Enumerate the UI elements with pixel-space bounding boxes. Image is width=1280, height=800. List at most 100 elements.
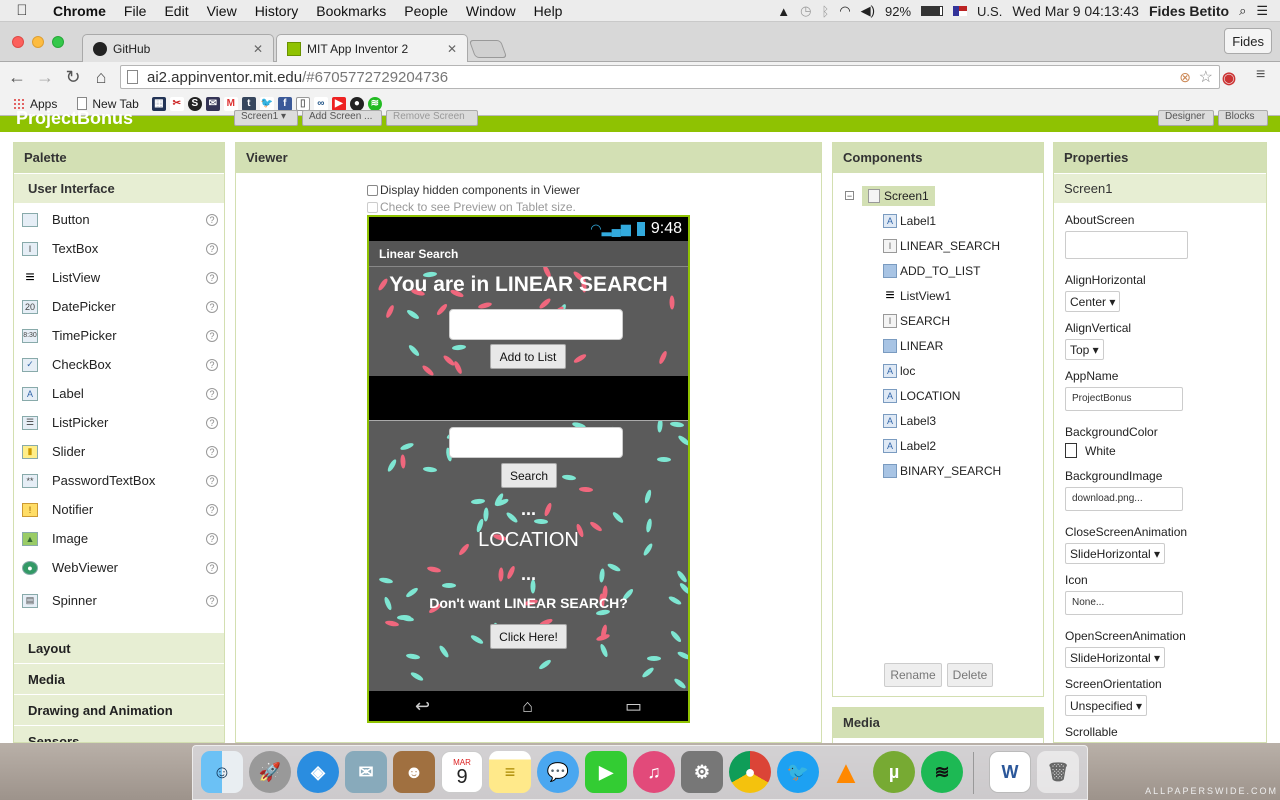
align-vertical-dropdown[interactable]: Top ▾ (1065, 339, 1104, 360)
clock[interactable]: Wed Mar 9 04:13:43 (1012, 3, 1139, 19)
reload-icon[interactable]: ↻ (59, 67, 87, 88)
tab-app-inventor[interactable]: MIT App Inventor 2 ✕ (276, 34, 468, 63)
chrome-icon[interactable]: ● (729, 751, 771, 793)
system-preferences-icon[interactable]: ⚙ (681, 751, 723, 793)
github-bookmark-icon[interactable]: ● (349, 96, 364, 111)
palette-item-webviewer[interactable]: ● WebViewer? (14, 553, 224, 582)
tree-item[interactable]: BINARY_SEARCH (883, 458, 1001, 483)
tree-item[interactable]: I LINEAR_SEARCH (883, 233, 1001, 258)
tree-item[interactable]: ≡ ListView1 (883, 283, 1001, 308)
tree-root-screen1[interactable]: − Screen1 (845, 183, 1001, 208)
time-machine-icon[interactable]: ◷ (800, 3, 811, 19)
help-icon[interactable]: ? (206, 503, 218, 516)
input-source[interactable]: U.S. (977, 4, 1002, 19)
add-item-input[interactable] (449, 309, 623, 340)
tab-github[interactable]: GitHub ✕ (82, 34, 274, 62)
tree-item[interactable]: I SEARCH (883, 308, 1001, 333)
close-window-icon[interactable] (12, 36, 24, 48)
gmail-icon[interactable]: M (223, 96, 238, 111)
vlc-icon[interactable]: ▲ (825, 751, 867, 793)
tree-item[interactable]: A Label3 (883, 408, 1001, 433)
align-horizontal-dropdown[interactable]: Center ▾ (1065, 291, 1121, 312)
blocks-button[interactable]: Blocks (1218, 110, 1268, 126)
bookmark-site-icon[interactable]: ▦ (151, 96, 166, 111)
palette-item-notifier[interactable]: ! Notifier? (14, 495, 224, 524)
help-icon[interactable]: ? (206, 213, 218, 226)
menu-edit[interactable]: Edit (155, 3, 197, 19)
spotify-icon[interactable]: ≋ (921, 751, 963, 793)
help-icon[interactable]: ? (206, 271, 218, 284)
youtube-icon[interactable]: ▶ (331, 96, 346, 111)
close-tab-icon[interactable]: ✕ (253, 42, 263, 56)
background-image-picker[interactable]: download.png... (1065, 487, 1183, 511)
spotlight-icon[interactable]: ⌕ (1239, 3, 1246, 19)
palette-item-listview[interactable]: ≡ ListView? (14, 263, 224, 292)
tree-item[interactable]: Aloc (883, 358, 1001, 383)
tree-item[interactable]: ADD_TO_LIST (883, 258, 1001, 283)
mail-bookmark-icon[interactable]: ✉ (205, 96, 220, 111)
help-icon[interactable]: ? (206, 242, 218, 255)
add-screen-button[interactable]: Add Screen ... (302, 110, 382, 126)
forward-icon[interactable]: → (31, 67, 59, 88)
palette-item-checkbox[interactable]: ✓ CheckBox? (14, 350, 224, 379)
flag-icon[interactable] (953, 6, 968, 16)
notes-icon[interactable]: ≡ (489, 751, 531, 793)
designer-button[interactable]: Designer (1158, 110, 1214, 126)
twitter-icon[interactable]: 🐦 (777, 751, 819, 793)
help-icon[interactable]: ? (206, 445, 218, 458)
help-icon[interactable]: ? (206, 358, 218, 371)
tree-item[interactable]: A LOCATION (883, 383, 1001, 408)
palette-item-button[interactable]: Button? (14, 205, 224, 234)
click-here-button[interactable]: Click Here! (490, 624, 567, 649)
palette-item-listpicker[interactable]: ☰ ListPicker? (14, 408, 224, 437)
menu-people[interactable]: People (395, 3, 457, 19)
profile-button[interactable]: Fides (1224, 28, 1272, 54)
new-tab-button[interactable] (468, 40, 508, 58)
zoom-window-icon[interactable] (52, 36, 64, 48)
open-animation-dropdown[interactable]: SlideHorizontal ▾ (1065, 647, 1166, 668)
blocked-cookie-icon[interactable]: ⊗ (1179, 69, 1191, 86)
menu-history[interactable]: History (246, 3, 308, 19)
notification-center-icon[interactable]: ☰ (1256, 3, 1268, 19)
finder-icon[interactable]: ☺ (201, 751, 243, 793)
palette-category-layout[interactable]: Layout (14, 632, 224, 663)
launchpad-icon[interactable]: 🚀 (249, 751, 291, 793)
menu-view[interactable]: View (198, 3, 246, 19)
menu-bookmarks[interactable]: Bookmarks (307, 3, 395, 19)
palette-item-label[interactable]: A Label? (14, 379, 224, 408)
menu-app-name[interactable]: Chrome (44, 3, 115, 19)
help-icon[interactable]: ? (206, 561, 218, 574)
screen-orientation-dropdown[interactable]: Unspecified ▾ (1065, 695, 1148, 716)
home-icon[interactable]: ⌂ (87, 67, 115, 88)
user-name[interactable]: Fides Betito (1149, 3, 1229, 19)
safari-icon[interactable]: ◈ (297, 751, 339, 793)
screen-select-button[interactable]: Screen1 ▾ (234, 110, 298, 126)
tree-item[interactable]: LINEAR (883, 333, 1001, 358)
word-document-icon[interactable]: W (989, 751, 1031, 793)
extension-icon[interactable]: ◉ (1222, 68, 1236, 88)
palette-category-sensors[interactable]: Sensors (14, 725, 224, 742)
messages-icon[interactable]: 💬 (537, 751, 579, 793)
palette-item-textbox[interactable]: I TextBox? (14, 234, 224, 263)
remove-screen-button[interactable]: Remove Screen (386, 110, 478, 126)
menu-help[interactable]: Help (525, 3, 572, 19)
help-icon[interactable]: ? (206, 300, 218, 313)
checkbox-icon[interactable] (367, 184, 378, 196)
palette-category-drawing-animation[interactable]: Drawing and Animation (14, 694, 224, 725)
help-icon[interactable]: ? (206, 594, 218, 607)
tree-item[interactable]: A Label2 (883, 433, 1001, 458)
icon-picker[interactable]: None... (1065, 591, 1183, 615)
help-icon[interactable]: ? (206, 474, 218, 487)
palette-item-slider[interactable]: ▮ Slider? (14, 437, 224, 466)
palette-item-passwordtextbox[interactable]: ** PasswordTextBox? (14, 466, 224, 495)
rename-button[interactable]: Rename (884, 663, 942, 687)
palette-item-spinner[interactable]: ▤ Spinner? (14, 586, 224, 615)
calendar-icon[interactable]: MAR 9 (441, 751, 483, 793)
help-icon[interactable]: ? (206, 329, 218, 342)
bookmark-site-icon[interactable]: ✂ (169, 96, 184, 111)
contacts-icon[interactable]: ☻ (393, 751, 435, 793)
mail-icon[interactable]: ✉ (345, 751, 387, 793)
battery-percent[interactable]: 92% (885, 4, 911, 19)
battery-icon[interactable] (921, 6, 944, 16)
close-tab-icon[interactable]: ✕ (447, 42, 457, 56)
